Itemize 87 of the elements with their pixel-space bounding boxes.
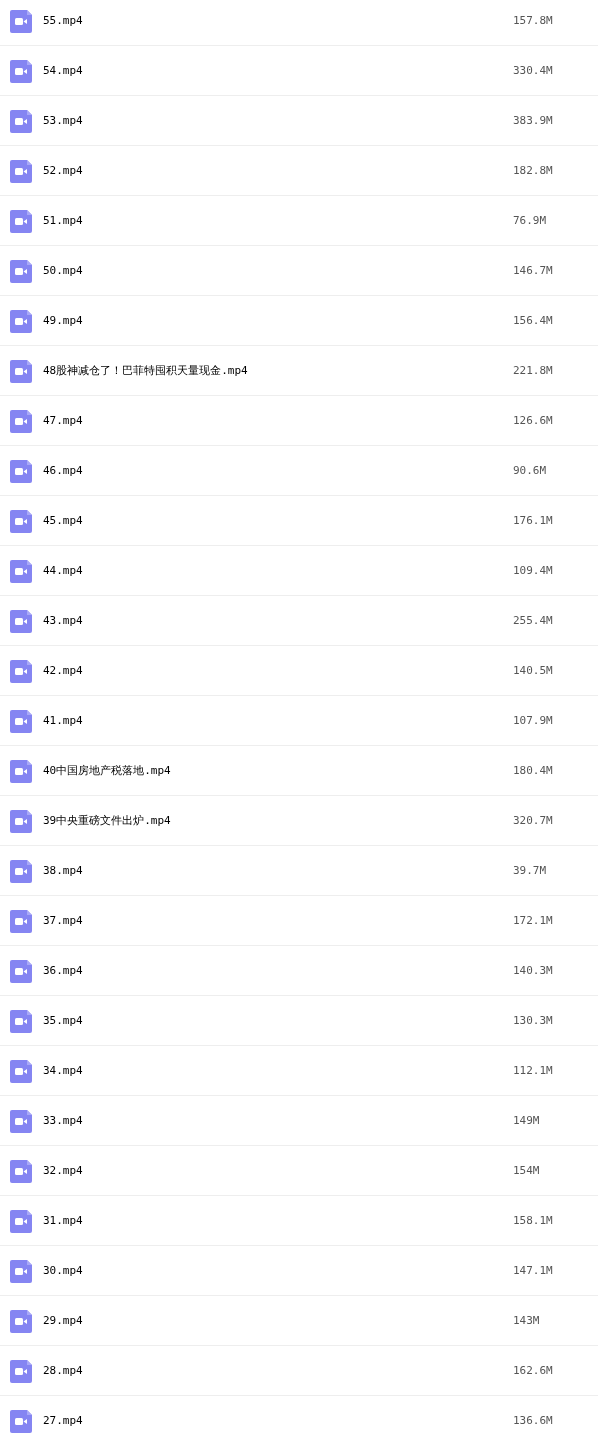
video-file-icon	[10, 609, 32, 633]
file-size: 140.5M	[513, 664, 554, 677]
video-file-icon	[10, 809, 32, 833]
video-file-icon	[10, 759, 32, 783]
video-file-icon	[10, 1409, 32, 1433]
video-file-icon	[10, 1109, 32, 1133]
file-size: 156.4M	[513, 314, 554, 327]
video-file-icon	[10, 1309, 32, 1333]
file-name[interactable]: 30.mp4	[43, 1264, 513, 1277]
file-size: 143M	[513, 1314, 541, 1327]
file-size: 140.3M	[513, 964, 554, 977]
file-name[interactable]: 49.mp4	[43, 314, 513, 327]
file-name[interactable]: 54.mp4	[43, 64, 513, 77]
file-name[interactable]: 53.mp4	[43, 114, 513, 127]
file-size: 107.9M	[513, 714, 554, 727]
file-size: 149M	[513, 1114, 541, 1127]
file-name[interactable]: 50.mp4	[43, 264, 513, 277]
file-size: 130.3M	[513, 1014, 554, 1027]
file-name[interactable]: 38.mp4	[43, 864, 513, 877]
video-file-icon	[10, 1359, 32, 1383]
file-size: 158.1M	[513, 1214, 554, 1227]
file-name[interactable]: 32.mp4	[43, 1164, 513, 1177]
video-file-icon	[10, 459, 32, 483]
video-file-icon	[10, 1209, 32, 1233]
file-size: 90.6M	[513, 464, 548, 477]
file-name[interactable]: 44.mp4	[43, 564, 513, 577]
file-size: 154M	[513, 1164, 541, 1177]
file-size: 255.4M	[513, 614, 554, 627]
file-size: 180.4M	[513, 764, 554, 777]
video-file-icon	[10, 359, 32, 383]
video-file-icon	[10, 859, 32, 883]
video-file-icon	[10, 259, 32, 283]
video-file-icon	[10, 909, 32, 933]
file-name[interactable]: 39中央重磅文件出炉.mp4	[43, 813, 513, 828]
file-name[interactable]: 37.mp4	[43, 914, 513, 927]
video-file-icon	[10, 9, 32, 33]
file-size: 330.4M	[513, 64, 554, 77]
file-name[interactable]: 34.mp4	[43, 1064, 513, 1077]
file-name[interactable]: 40中国房地产税落地.mp4	[43, 763, 513, 778]
file-size: 320.7M	[513, 814, 554, 827]
file-size: 76.9M	[513, 214, 548, 227]
file-size: 126.6M	[513, 414, 554, 427]
file-size: 146.7M	[513, 264, 554, 277]
file-size: 162.6M	[513, 1364, 554, 1377]
video-file-icon	[10, 659, 32, 683]
video-file-icon	[10, 59, 32, 83]
file-size: 182.8M	[513, 164, 554, 177]
video-file-icon	[10, 109, 32, 133]
file-name[interactable]: 45.mp4	[43, 514, 513, 527]
file-name[interactable]: 43.mp4	[43, 614, 513, 627]
file-name[interactable]: 55.mp4	[43, 14, 513, 27]
video-file-icon	[10, 1009, 32, 1033]
file-name[interactable]: 41.mp4	[43, 714, 513, 727]
file-size: 109.4M	[513, 564, 554, 577]
file-name[interactable]: 42.mp4	[43, 664, 513, 677]
video-file-icon	[10, 1059, 32, 1083]
file-name[interactable]: 35.mp4	[43, 1014, 513, 1027]
video-file-icon	[10, 1159, 32, 1183]
file-name[interactable]: 29.mp4	[43, 1314, 513, 1327]
file-size: 383.9M	[513, 114, 554, 127]
video-file-icon	[10, 159, 32, 183]
file-name[interactable]: 46.mp4	[43, 464, 513, 477]
video-file-icon	[10, 959, 32, 983]
file-name[interactable]: 47.mp4	[43, 414, 513, 427]
file-size: 136.6M	[513, 1414, 554, 1427]
file-size: 221.8M	[513, 364, 554, 377]
file-size: 172.1M	[513, 914, 554, 927]
video-file-icon	[10, 1259, 32, 1283]
file-name[interactable]: 52.mp4	[43, 164, 513, 177]
file-name[interactable]: 48股神减仓了！巴菲特囤积天量现金.mp4	[43, 363, 513, 378]
file-name[interactable]: 33.mp4	[43, 1114, 513, 1127]
file-size: 176.1M	[513, 514, 554, 527]
video-file-icon	[10, 309, 32, 333]
video-file-icon	[10, 209, 32, 233]
file-name[interactable]: 31.mp4	[43, 1214, 513, 1227]
video-file-icon	[10, 709, 32, 733]
file-size: 147.1M	[513, 1264, 554, 1277]
video-file-icon	[10, 509, 32, 533]
video-file-icon	[10, 559, 32, 583]
video-file-icon	[10, 409, 32, 433]
file-size: 157.8M	[513, 14, 554, 27]
file-name[interactable]: 28.mp4	[43, 1364, 513, 1377]
file-name[interactable]: 36.mp4	[43, 964, 513, 977]
file-size: 39.7M	[513, 864, 548, 877]
file-size: 112.1M	[513, 1064, 554, 1077]
file-name[interactable]: 27.mp4	[43, 1414, 513, 1427]
file-name[interactable]: 51.mp4	[43, 214, 513, 227]
